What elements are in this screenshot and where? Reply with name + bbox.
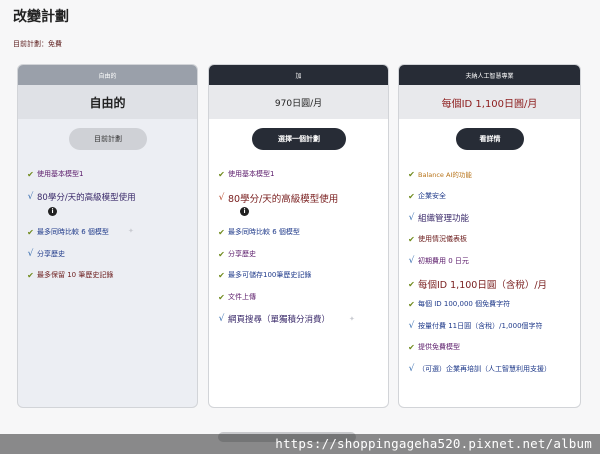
feature-item: √ 分享歷史 (27, 249, 65, 259)
checkmark-icon: ✔ (218, 292, 225, 302)
checkmark-icon: ✔ (218, 249, 225, 259)
checkmark-icon: ✔ (27, 270, 34, 280)
sparkle-icon: ✦ (128, 227, 134, 235)
checkmark-icon: ✔ (408, 342, 415, 352)
feature-item: ✔ 每個ID 1,100日圓（含稅）/月 (408, 279, 548, 292)
checkmark-icon: √ (408, 364, 415, 374)
checkmark-icon: √ (27, 249, 34, 259)
feature-item: ✔ 使用基本模型1 (27, 169, 84, 179)
info-icon[interactable]: i (48, 207, 57, 216)
plan-price-band-free: 自由的 (18, 85, 197, 119)
checkmark-icon: √ (218, 314, 225, 324)
checkmark-icon: √ (408, 321, 415, 331)
plan-card-plus: 加 970日圓/月 選擇一個計劃 ✔ 使用基本模型1 √ 80學分/天的高級模型… (208, 64, 389, 408)
feature-item: ✔ 每個 ID 100,000 個免費字符 (408, 299, 511, 309)
plan-price-plus: 970日圓/月 (274, 98, 323, 109)
feature-item: √ 按量付費 11日圓（含稅）/1,000個字符 (408, 321, 543, 331)
feature-item: √ 80學分/天的高級模型使用 (218, 193, 339, 205)
feature-item: √ 網頁搜尋（單獨積分消費） (218, 314, 331, 325)
checkmark-icon: √ (27, 192, 34, 202)
checkmark-icon: ✔ (408, 169, 415, 179)
plan-price-band-business: 每個ID 1,100日圓/月 (399, 85, 580, 119)
feature-item: √ 組織管理功能 (408, 213, 470, 224)
plan-card-business: 夫納人工智慧專業 每個ID 1,100日圓/月 看詳情 ✔ Balance AI… (398, 64, 581, 408)
feature-item: ✔ 最多保留 10 筆歷史記錄 (27, 270, 114, 280)
checkmark-icon: √ (408, 213, 415, 223)
plan-header-plus: 加 (209, 65, 388, 85)
feature-item: ✔ 企業安全 (408, 191, 446, 201)
current-plan-label: 目前計劃：免費 (13, 40, 62, 48)
watermark-url: https://shoppingageha520.pixnet.net/albu… (275, 436, 592, 451)
page-title: 改變計劃 (13, 9, 69, 25)
checkmark-icon: ✔ (408, 191, 415, 201)
feature-item: √ 初期費用 0 日元 (408, 256, 469, 266)
checkmark-icon: √ (408, 256, 415, 266)
checkmark-icon: ✔ (218, 227, 225, 237)
feature-item: ✔ 最多同時比較 6 個模型 (218, 227, 300, 237)
feature-item: ✔ 使用情況儀表板 (408, 234, 467, 244)
sparkle-icon: ✦ (349, 315, 355, 323)
feature-item: ✔ 提供免費模型 (408, 342, 460, 352)
feature-item: √ 80學分/天的高級模型使用 (27, 192, 136, 203)
plan-price-free: 自由的 (89, 95, 126, 110)
feature-item: √ （可選）企業再培訓（人工智慧利用支援） (408, 364, 551, 374)
choose-plan-button[interactable]: 選擇一個計劃 (252, 128, 346, 150)
feature-item: ✔ 文件上傳 (218, 292, 256, 302)
feature-item: ✔ 使用基本模型1 (218, 169, 275, 179)
feature-item: ✔ 最多同時比較 6 個模型 (27, 227, 109, 237)
checkmark-icon: ✔ (218, 270, 225, 280)
feature-item: ✔ 分享歷史 (218, 249, 256, 259)
checkmark-icon: ✔ (27, 169, 34, 179)
plan-header-free: 自由的 (18, 65, 197, 85)
info-icon[interactable]: i (240, 207, 249, 216)
plan-price-band-plus: 970日圓/月 (209, 85, 388, 119)
plan-card-free: 自由的 自由的 目前計劃 ✔ 使用基本模型1 √ 80學分/天的高級模型使用 i… (17, 64, 198, 408)
plan-header-business: 夫納人工智慧專業 (399, 65, 580, 85)
plan-price-business: 每個ID 1,100日圓/月 (441, 98, 538, 110)
current-plan-button[interactable]: 目前計劃 (69, 128, 147, 150)
feature-item: ✔ 最多可儲存100筆歷史記錄 (218, 270, 312, 280)
feature-item: ✔ Balance AI的功能 (408, 169, 472, 180)
checkmark-icon: ✔ (218, 169, 225, 179)
checkmark-icon: ✔ (408, 234, 415, 244)
view-details-button[interactable]: 看詳情 (456, 128, 524, 150)
checkmark-icon: √ (218, 193, 225, 203)
checkmark-icon: ✔ (27, 227, 34, 237)
checkmark-icon: ✔ (408, 299, 415, 309)
checkmark-icon: ✔ (408, 279, 415, 289)
